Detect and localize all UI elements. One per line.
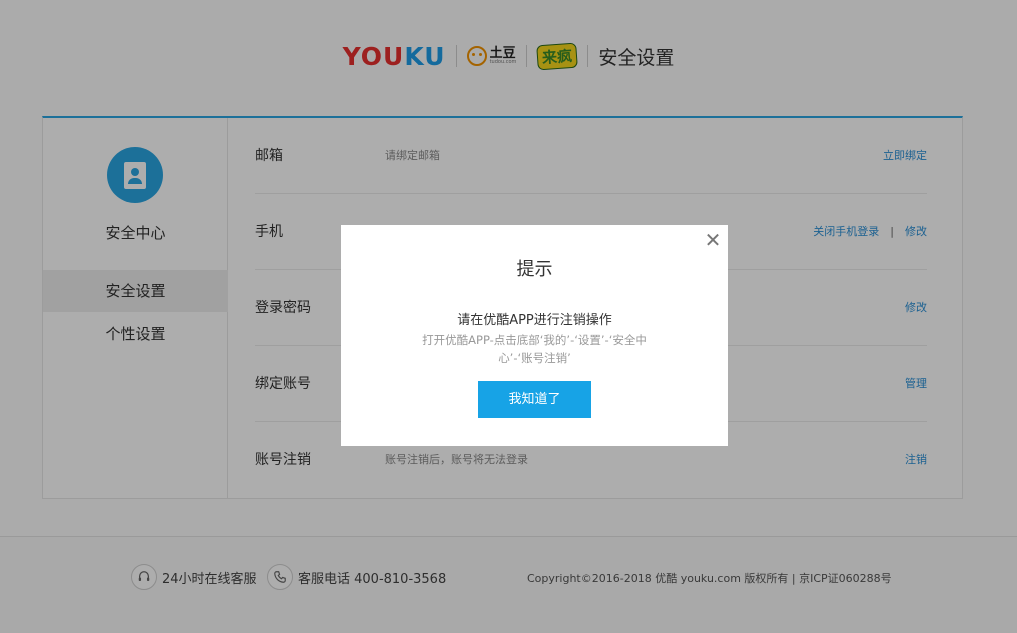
modal-instructions-line: 打开优酷APP-点击底部‘我的’-‘设置’-‘安全中 (422, 333, 647, 347)
got-it-button[interactable]: 我知道了 (478, 381, 591, 418)
modal-instructions: 打开优酷APP-点击底部‘我的’-‘设置’-‘安全中 心’-‘账号注销’ (391, 331, 678, 367)
page: YOU KU 土豆 tudou.com 来疯 安全设置 安全中心 安全设置 个性设… (0, 0, 1017, 633)
modal-instructions-line: 心’-‘账号注销’ (498, 351, 571, 365)
notice-modal: ✕ 提示 请在优酷APP进行注销操作 打开优酷APP-点击底部‘我的’-‘设置’… (341, 225, 728, 446)
modal-message: 请在优酷APP进行注销操作 (457, 313, 612, 328)
modal-title: 提示 (516, 259, 553, 280)
close-icon[interactable]: ✕ (704, 229, 722, 251)
